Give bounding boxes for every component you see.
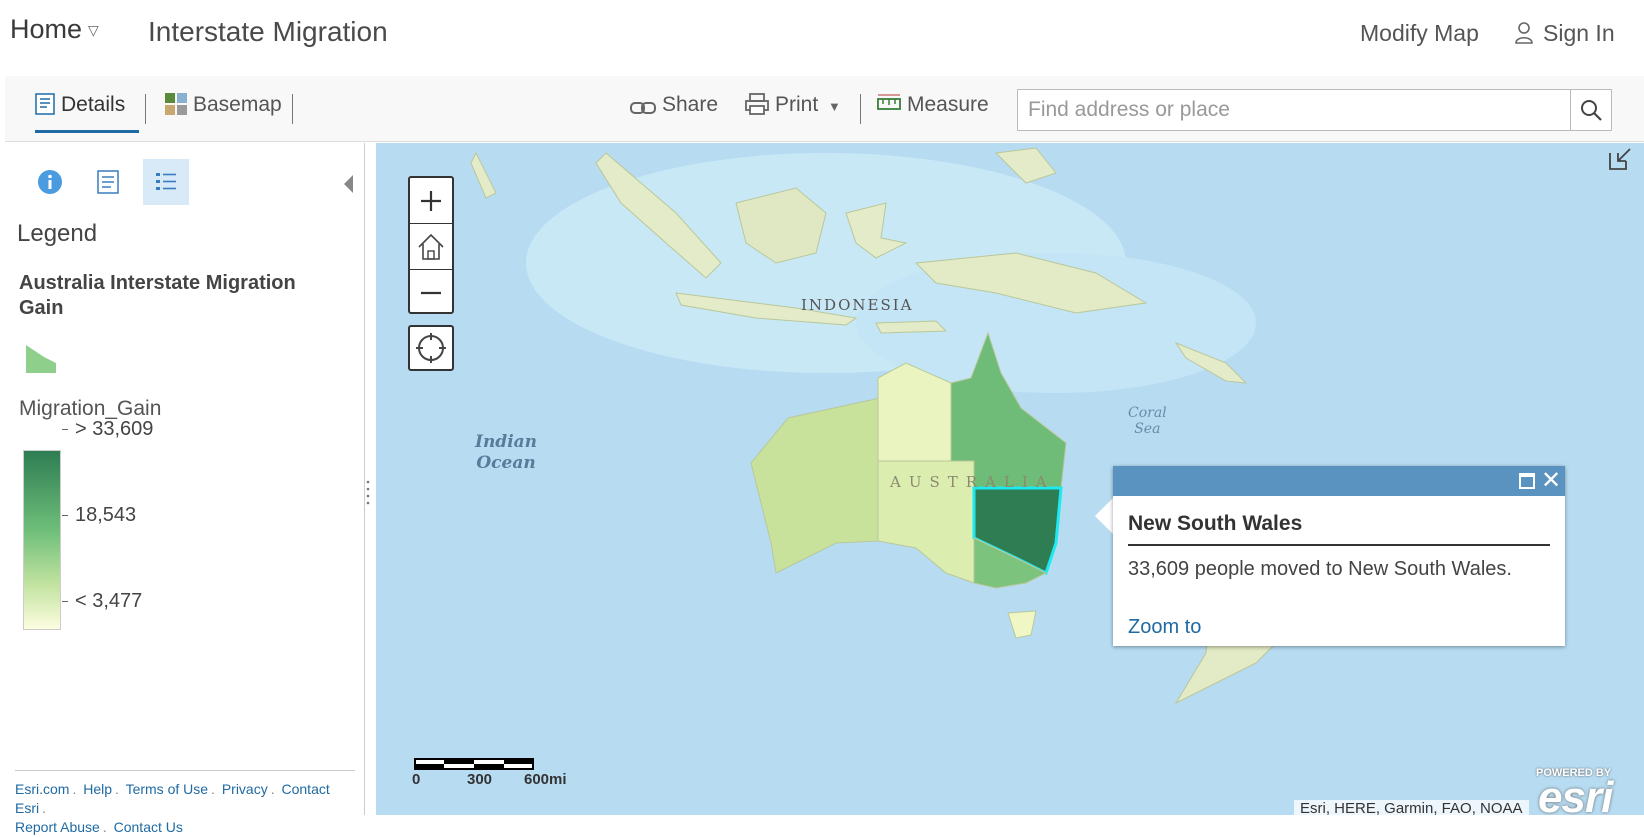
active-tab-indicator — [35, 130, 139, 133]
label-coral-sea: Coral Sea — [1128, 405, 1167, 437]
zoom-controls — [408, 176, 454, 314]
map-attribution: Esri, HERE, Garmin, FAO, NOAA — [1294, 800, 1529, 815]
ramp-tick — [62, 601, 68, 602]
popup-divider — [1128, 544, 1550, 546]
footer-link-privacy[interactable]: Privacy — [222, 781, 268, 797]
tab-about[interactable] — [27, 159, 73, 205]
basemap-grid-icon — [165, 93, 187, 115]
zoom-to-link[interactable]: Zoom to — [1128, 616, 1201, 639]
footer-divider — [15, 770, 355, 771]
home-label: Home — [10, 14, 83, 44]
measure-label: Measure — [907, 93, 989, 116]
panel-footer: Esri.com. Help. Terms of Use. Privacy. C… — [15, 781, 330, 835]
legend-swatch — [26, 345, 56, 373]
label-indian-ocean: Indian Ocean — [475, 432, 537, 474]
popup-header — [1113, 466, 1565, 496]
share-button[interactable]: Share — [630, 93, 718, 117]
toolbar: Details Basemap Share Print ▼ Measure Fi… — [5, 76, 1644, 142]
footer-link-help[interactable]: Help — [83, 781, 112, 797]
toolbar-divider — [292, 94, 293, 124]
collapse-panel-icon[interactable] — [344, 175, 353, 193]
ramp-label-high: > 33,609 — [75, 418, 154, 440]
close-icon[interactable]: ✕ — [1541, 468, 1561, 494]
details-icon — [35, 93, 55, 115]
map-view[interactable]: INDONESIA AUSTRALIA Indian Ocean Coral S… — [376, 143, 1644, 815]
toolbar-divider — [860, 94, 861, 124]
tab-content[interactable] — [85, 159, 131, 205]
search-input[interactable] — [1018, 90, 1578, 130]
popup-body: 33,609 people moved to New South Wales. — [1128, 558, 1512, 580]
print-button[interactable]: Print ▼ — [745, 93, 841, 117]
label-coral-sea-line2: Sea — [1134, 421, 1161, 437]
measure-button[interactable]: Measure — [877, 93, 989, 117]
ramp-label-low: < 3,477 — [75, 590, 143, 612]
print-label: Print — [775, 93, 819, 116]
scale-label-300: 300 — [467, 771, 493, 788]
label-coral-sea-line1: Coral — [1128, 405, 1167, 421]
plus-icon — [421, 190, 441, 211]
legend-layer-title: Australia Interstate Migration Gain — [19, 272, 296, 319]
label-indian-ocean-line2: Ocean — [476, 453, 536, 473]
maximize-icon[interactable] — [1519, 473, 1535, 489]
footer-link-terms[interactable]: Terms of Use — [126, 781, 208, 797]
minus-icon — [421, 291, 441, 294]
popup-pointer — [1095, 498, 1113, 534]
ramp-label-mid: 18,543 — [75, 504, 137, 526]
footer-link-report-abuse[interactable]: Report Abuse — [15, 819, 100, 835]
tab-legend[interactable] — [143, 159, 189, 205]
label-australia: AUSTRALIA — [890, 473, 1055, 491]
sign-in-link[interactable]: Sign In — [1515, 20, 1615, 47]
home-menu[interactable]: Home ▽ — [10, 14, 99, 45]
details-label: Details — [61, 93, 126, 116]
esri-wordmark: esri — [1538, 773, 1613, 815]
esri-logo[interactable]: POWERED BY esri — [1532, 767, 1638, 815]
scale-label-600mi: 600mi — [524, 771, 567, 788]
basemap-label: Basemap — [193, 93, 282, 116]
panel-resize-handle[interactable] — [365, 478, 371, 508]
content-list-icon — [97, 170, 119, 194]
basemap-button[interactable]: Basemap — [165, 93, 282, 117]
toolbar-divider — [145, 94, 146, 124]
printer-icon — [745, 93, 769, 115]
user-icon — [1515, 22, 1533, 44]
crosshair-icon — [416, 333, 446, 363]
zoom-out-button[interactable] — [410, 270, 452, 315]
locate-button[interactable] — [408, 325, 454, 371]
legend-list-icon — [156, 173, 176, 190]
home-extent-button[interactable] — [410, 224, 452, 269]
legend-heading: Legend — [17, 220, 98, 247]
details-button[interactable]: Details — [35, 93, 125, 117]
label-indian-ocean-line1: Indian — [475, 432, 538, 452]
modify-map-link[interactable]: Modify Map — [1360, 20, 1479, 47]
zoom-in-button[interactable] — [410, 178, 452, 223]
sign-in-label: Sign In — [1543, 20, 1615, 46]
info-icon — [38, 170, 62, 194]
footer-link-esri[interactable]: Esri.com — [15, 781, 69, 797]
ramp-tick — [62, 429, 68, 430]
overview-map-icon[interactable] — [1608, 147, 1632, 171]
search-box — [1017, 89, 1578, 131]
search-button[interactable] — [1570, 89, 1612, 131]
label-indonesia: INDONESIA — [801, 296, 914, 314]
scale-label-0: 0 — [412, 771, 421, 788]
side-panel: Legend Australia Interstate Migration Ga… — [5, 143, 365, 835]
home-icon — [418, 233, 444, 260]
link-icon — [630, 102, 656, 114]
page-title: Interstate Migration — [148, 16, 388, 47]
scalebar — [414, 758, 534, 770]
ruler-icon — [877, 94, 901, 110]
search-icon — [1581, 100, 1602, 121]
share-label: Share — [662, 93, 719, 116]
ramp-tick — [62, 515, 68, 516]
color-ramp — [23, 450, 61, 630]
feature-popup: ✕ New South Wales 33,609 people moved to… — [1113, 466, 1565, 646]
chevron-down-icon: ▽ — [88, 22, 99, 39]
caret-down-icon: ▼ — [828, 99, 841, 114]
popup-title: New South Wales — [1128, 512, 1303, 535]
footer-link-contact-us[interactable]: Contact Us — [114, 819, 183, 835]
app-header: Home ▽ Interstate Migration Modify Map Si… — [0, 0, 1644, 70]
